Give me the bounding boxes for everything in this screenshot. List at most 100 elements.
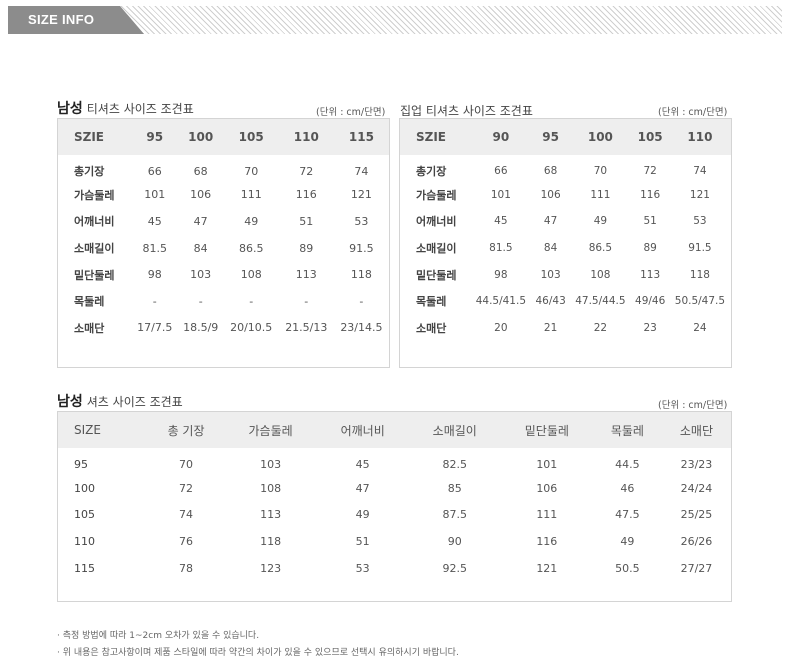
shirt-title-rest: 셔츠 사이즈 조견표 bbox=[86, 395, 183, 409]
table-cell: 24 bbox=[693, 321, 707, 334]
table-column-header: 95 bbox=[146, 130, 164, 144]
table-row-label: 105 bbox=[74, 508, 95, 522]
table-column-header: 100 bbox=[188, 130, 214, 144]
table-cell: 118 bbox=[689, 268, 710, 281]
table-cell: 18.5/9 bbox=[183, 321, 219, 335]
table-cell: 50.5/47.5 bbox=[674, 295, 726, 308]
table-cell: 103 bbox=[260, 457, 282, 471]
table-cell: 85 bbox=[447, 481, 462, 495]
tshirt-section-title: 남성 티셔츠 사이즈 조견표 bbox=[57, 98, 194, 118]
table-row-label: 목둘레 bbox=[74, 295, 105, 309]
notes: · 측정 방법에 따라 1~2cm 오차가 있을 수 있습니다. · 위 내용은… bbox=[57, 628, 459, 662]
zipup-size-table: SZIE 90 95 100 105 110 총기장 66 68 70 72 74 가슴둘레 101 10… bbox=[399, 118, 732, 368]
table-row-label: 소매단 bbox=[416, 321, 447, 335]
table-cell: 121 bbox=[689, 188, 710, 201]
table-cell: 103 bbox=[540, 268, 561, 281]
table-cell: 49 bbox=[593, 215, 608, 228]
table-row-label: 110 bbox=[74, 535, 95, 549]
table-row-label: 가슴둘레 bbox=[416, 188, 457, 202]
table-cell: 81.5 bbox=[142, 241, 167, 255]
table-column-header: 목둘레 bbox=[610, 423, 644, 438]
table-cell: 46 bbox=[620, 481, 635, 495]
table-row-header-label: SIZE bbox=[74, 423, 101, 437]
table-cell: 91.5 bbox=[349, 241, 374, 255]
table-cell: 49 bbox=[244, 214, 259, 228]
table-row: 소매단 20 21 22 23 24 bbox=[400, 315, 731, 342]
table-cell: 51 bbox=[299, 214, 314, 228]
table-cell: 53 bbox=[354, 214, 369, 228]
table-cell: - bbox=[359, 294, 364, 308]
table-cell: 98 bbox=[494, 268, 508, 281]
table-cell: 116 bbox=[295, 188, 317, 202]
table-cell: 20 bbox=[494, 321, 508, 334]
table-row-label: 95 bbox=[74, 457, 88, 471]
table-row-label: 총기장 bbox=[416, 165, 447, 179]
table-cell: 46/43 bbox=[535, 295, 566, 308]
table-row: 95 70 103 45 82.5 101 44.5 23/23 bbox=[58, 448, 731, 475]
table-cell: 27/27 bbox=[680, 562, 713, 576]
table-cell: 116 bbox=[640, 188, 661, 201]
table-cell: 47.5/44.5 bbox=[575, 295, 626, 308]
table-cell: 23/14.5 bbox=[340, 321, 383, 335]
table-row: 총기장 66 68 70 72 74 bbox=[400, 155, 731, 182]
table-column-header: 가슴둘레 bbox=[248, 423, 293, 438]
table-row-header-label: SZIE bbox=[74, 130, 105, 144]
table-column-header: 90 bbox=[492, 130, 510, 144]
table-row: 총기장 66 68 70 72 74 bbox=[58, 155, 389, 182]
table-cell: 21.5/13 bbox=[285, 321, 328, 335]
table-cell: 101 bbox=[144, 188, 166, 202]
table-row: 소매길이 81.5 84 86.5 89 91.5 bbox=[58, 235, 389, 262]
table-cell: 118 bbox=[350, 268, 372, 282]
table-cell: 91.5 bbox=[688, 242, 712, 255]
table-column-header: 소매단 bbox=[679, 423, 714, 438]
table-row-label: 소매길이 bbox=[74, 242, 115, 256]
table-cell: 53 bbox=[693, 215, 707, 228]
table-row: 소매단 17/7.5 18.5/9 20/10.5 21.5/13 23/14.5 bbox=[58, 315, 389, 342]
table-cell: 86.5 bbox=[588, 242, 613, 255]
table-cell: 121 bbox=[350, 188, 372, 202]
table-row: 어깨너비 45 47 49 51 53 bbox=[400, 208, 731, 235]
table-header-row: SZIE 90 95 100 105 110 bbox=[400, 119, 731, 155]
shirt-size-table: SIZE 총 기장 가슴둘레 어깨너비 소매길이 밑단둘레 목둘레 소매단 95 70 103 45… bbox=[57, 411, 732, 602]
table-cell: 44.5 bbox=[615, 457, 640, 471]
table-cell: 101 bbox=[536, 457, 558, 471]
table-cell: 82.5 bbox=[442, 457, 467, 471]
table-cell: 87.5 bbox=[442, 508, 467, 522]
table-cell: 84 bbox=[193, 241, 208, 255]
table-cell: 49 bbox=[355, 508, 370, 522]
tshirt-title-rest: 티셔츠 사이즈 조견표 bbox=[86, 102, 194, 116]
note-line: · 위 내용은 참고사항이며 제품 스타일에 따라 약간의 차이가 있을 수 있… bbox=[57, 648, 459, 658]
shirt-section-title: 남성 셔츠 사이즈 조견표 bbox=[57, 391, 183, 411]
table-column-header: 110 bbox=[687, 130, 713, 144]
table-cell: 90 bbox=[447, 535, 462, 549]
table-cell: 76 bbox=[179, 535, 194, 549]
table-cell: 49 bbox=[620, 535, 635, 549]
tshirt-unit: (단위 : cm/단면) bbox=[316, 107, 386, 118]
table-cell: 113 bbox=[295, 268, 317, 282]
table-row-label: 밑단둘레 bbox=[416, 268, 457, 282]
table-cell: 89 bbox=[643, 242, 657, 255]
table-cell: - bbox=[249, 294, 254, 308]
table-column-header: 105 bbox=[238, 130, 264, 144]
table-cell: 47 bbox=[543, 215, 558, 228]
table-column-header: 105 bbox=[637, 130, 663, 144]
table-column-header: 밑단둘레 bbox=[524, 423, 569, 438]
table-cell: 70 bbox=[179, 457, 194, 471]
table-row-label: 소매길이 bbox=[416, 242, 457, 256]
table-cell: 101 bbox=[490, 188, 511, 201]
table-row: 목둘레 - - - - - bbox=[58, 288, 389, 315]
table-cell: 108 bbox=[240, 268, 262, 282]
table-row: 어깨너비 45 47 49 51 53 bbox=[58, 208, 389, 235]
table-column-header: 총 기장 bbox=[167, 423, 205, 438]
banner-label: SIZE INFO bbox=[28, 12, 95, 27]
table-column-header: 110 bbox=[293, 130, 319, 144]
table-cell: 53 bbox=[355, 562, 370, 576]
table-cell: 47.5 bbox=[615, 508, 640, 522]
table-cell: 111 bbox=[536, 508, 558, 522]
table-cell: 78 bbox=[179, 562, 194, 576]
table-header-row: SIZE 총 기장 가슴둘레 어깨너비 소매길이 밑단둘레 목둘레 소매단 bbox=[58, 412, 731, 448]
table-column-header: 소매길이 bbox=[432, 423, 477, 438]
table-column-header: 100 bbox=[587, 130, 613, 144]
table-row-label: 소매단 bbox=[74, 321, 105, 335]
table-column-header: 115 bbox=[348, 130, 374, 144]
